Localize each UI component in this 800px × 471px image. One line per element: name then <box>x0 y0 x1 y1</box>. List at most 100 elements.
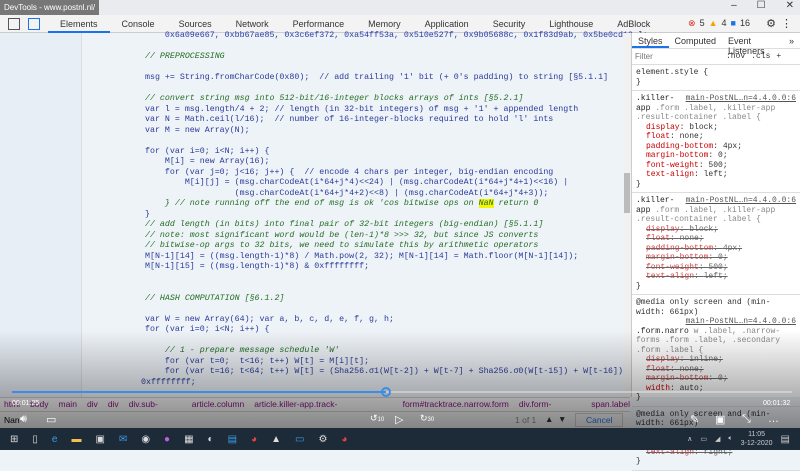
play-button[interactable]: ▷ <box>395 413 403 426</box>
css-property[interactable]: text-align: left; <box>636 272 796 282</box>
tab-security[interactable]: Security <box>481 15 538 33</box>
tab-console[interactable]: Console <box>110 15 167 33</box>
code-line: var M = new Array(N); <box>145 125 250 135</box>
chrome-active-icon[interactable]: ◕ <box>341 434 347 445</box>
css-rule[interactable]: main-PostNL…n=4.4.0.0:6 .killer-app .form… <box>632 193 800 295</box>
rule-selector: .form.narro <box>636 326 689 336</box>
drop-icon[interactable]: ● <box>164 434 170 445</box>
css-property[interactable]: float: none; <box>636 365 796 375</box>
issue-counts[interactable]: ⊗ 5 ▲ 4 ■ 16 <box>688 18 750 29</box>
notifications-icon[interactable]: ▤ <box>781 434 790 445</box>
css-property[interactable]: float: none; <box>636 234 796 244</box>
css-property[interactable]: float: none; <box>636 132 796 142</box>
video-progress-bar[interactable] <box>12 387 792 397</box>
css-property[interactable]: padding-bottom: 4px; <box>636 244 796 254</box>
settings-gear-icon[interactable]: ⚙ <box>766 17 776 30</box>
breadcrumb: htmlbodymaindivdivdiv.sub-wrapperarticle… <box>0 397 630 422</box>
settings-icon[interactable]: ⚙ <box>318 434 327 445</box>
captions-icon[interactable]: ▭ <box>46 413 56 426</box>
new-rule-button[interactable]: + <box>776 52 781 61</box>
styles-filter-input[interactable] <box>635 50 720 63</box>
code-scrollbar[interactable] <box>623 33 631 397</box>
find-cancel-button[interactable]: Cancel <box>575 413 624 427</box>
app4-icon[interactable]: ▭ <box>295 434 304 445</box>
close-button[interactable]: ✕ <box>786 0 794 11</box>
tab-performance[interactable]: Performance <box>281 15 357 33</box>
tab-sources[interactable]: Sources <box>167 15 224 33</box>
css-rule[interactable]: @media only screen and (min-width: 661px… <box>632 295 800 407</box>
css-property[interactable]: margin-bottom: 0; <box>636 374 796 384</box>
tab-event-listeners[interactable]: Event Listeners <box>722 33 783 56</box>
more-tabs-button[interactable]: » <box>783 33 800 48</box>
paint-icon[interactable]: ◐ <box>208 434 214 445</box>
breadcrumb-item[interactable]: form#tracktrace.narrow.form <box>403 398 509 411</box>
cls-button[interactable]: .cls <box>751 52 770 61</box>
app3-icon[interactable]: ▲ <box>271 434 281 445</box>
find-prev-button[interactable]: ▲ <box>545 414 553 424</box>
clock[interactable]: 11:05 3-12-2020 <box>741 430 773 448</box>
sound-muted-icon[interactable]: 🔈︎ <box>728 435 732 443</box>
breadcrumb-item[interactable]: article.column <box>192 398 244 411</box>
tab-computed[interactable]: Computed <box>669 33 723 48</box>
more-options-icon[interactable]: ⋮ <box>781 17 792 30</box>
breadcrumb-item[interactable]: div.sub-wrapper <box>129 398 182 422</box>
tray-chevron-icon[interactable]: ∧ <box>687 435 692 443</box>
start-icon[interactable]: ⊞ <box>10 434 18 445</box>
source-link[interactable]: main-PostNL…n=4.4.0.0:6 <box>686 94 796 104</box>
tab-adblock[interactable]: AdBlock <box>605 15 662 33</box>
app-icon[interactable]: ◉ <box>141 434 150 445</box>
file-explorer-icon[interactable]: ▬ <box>71 434 81 445</box>
tab-application[interactable]: Application <box>413 15 481 33</box>
skip-back-button[interactable]: ↺10 <box>370 413 384 424</box>
source-link[interactable]: main-PostNL…n=4.4.0.0:6 <box>686 317 796 327</box>
breadcrumb-item[interactable]: div.form-row.select <box>519 398 581 422</box>
chrome-icon[interactable]: ◕ <box>251 434 257 445</box>
volume-icon[interactable]: 🔊︎ <box>20 413 27 426</box>
store-icon[interactable]: ▣ <box>95 434 104 445</box>
device-toolbar-icon[interactable] <box>28 17 40 30</box>
css-property[interactable]: display: inline; <box>636 355 796 365</box>
tab-styles[interactable]: Styles <box>632 33 669 48</box>
photos-icon[interactable]: ▤ <box>228 434 237 445</box>
css-property[interactable]: display: block; <box>636 225 796 235</box>
breadcrumb-item[interactable]: div <box>87 398 98 411</box>
breadcrumb-item[interactable]: span.label <box>591 398 630 411</box>
find-next-button[interactable]: ▼ <box>558 414 566 424</box>
app2-icon[interactable]: ▦ <box>184 434 193 445</box>
css-property[interactable]: display: block; <box>636 123 796 133</box>
source-link[interactable]: main-PostNL…n=4.4.0.0:6 <box>686 196 796 206</box>
code-line: // 1 - prepare message schedule 'W' <box>145 346 340 355</box>
minimize-button[interactable]: – <box>731 0 737 11</box>
hov-button[interactable]: :hov <box>726 52 745 61</box>
css-property[interactable]: margin-bottom: 0; <box>636 151 796 161</box>
tab-network[interactable]: Network <box>224 15 281 33</box>
rule-close: } <box>636 77 641 87</box>
task-view-icon[interactable]: ▯ <box>32 434 38 445</box>
tab-lighthouse[interactable]: Lighthouse <box>537 15 605 33</box>
element-style-rule[interactable]: element.style { } <box>632 65 800 91</box>
css-property[interactable]: padding-bottom: 4px; <box>636 142 796 152</box>
mini-view-icon[interactable]: ▣ <box>715 413 725 426</box>
breadcrumb-item[interactable]: article.killer-app.track-trace.open.open… <box>254 398 392 422</box>
code-line: // PREPROCESSING <box>145 52 225 61</box>
css-property[interactable]: text-align: left; <box>636 170 796 180</box>
edit-pen-icon[interactable]: ✎ <box>690 413 699 426</box>
css-property[interactable]: font-weight: 500; <box>636 161 796 171</box>
code-line: // note: most significant word would be … <box>145 230 539 240</box>
exit-fullscreen-icon[interactable]: ⤡ <box>742 413 751 426</box>
breadcrumb-item[interactable]: main <box>59 398 77 411</box>
mail-icon[interactable]: ✉ <box>119 434 127 445</box>
edge-icon[interactable]: e <box>52 434 58 445</box>
skip-forward-button[interactable]: ↻30 <box>420 413 434 424</box>
code-line: } // note running off the end of msg is … <box>145 199 539 208</box>
inspect-element-icon[interactable] <box>8 17 20 30</box>
css-rule[interactable]: main-PostNL…n=4.4.0.0:6 .killer-app .form… <box>632 91 800 193</box>
taskbar: ⊞ ▯ e ▬ ▣ ✉ ◉ ● ▦ ◐ ▤ ◕ ▲ ▭ ⚙ ◕ ∧ ▭ ◢ 🔈︎… <box>0 428 800 450</box>
maximize-button[interactable]: ☐ <box>757 0 766 11</box>
css-property[interactable]: font-weight: 500; <box>636 263 796 273</box>
tab-elements[interactable]: Elements <box>48 15 110 33</box>
more-icon[interactable]: … <box>768 413 779 425</box>
css-property[interactable]: margin-bottom: 0; <box>636 253 796 263</box>
tab-memory[interactable]: Memory <box>356 15 413 33</box>
breadcrumb-item[interactable]: div <box>108 398 119 411</box>
